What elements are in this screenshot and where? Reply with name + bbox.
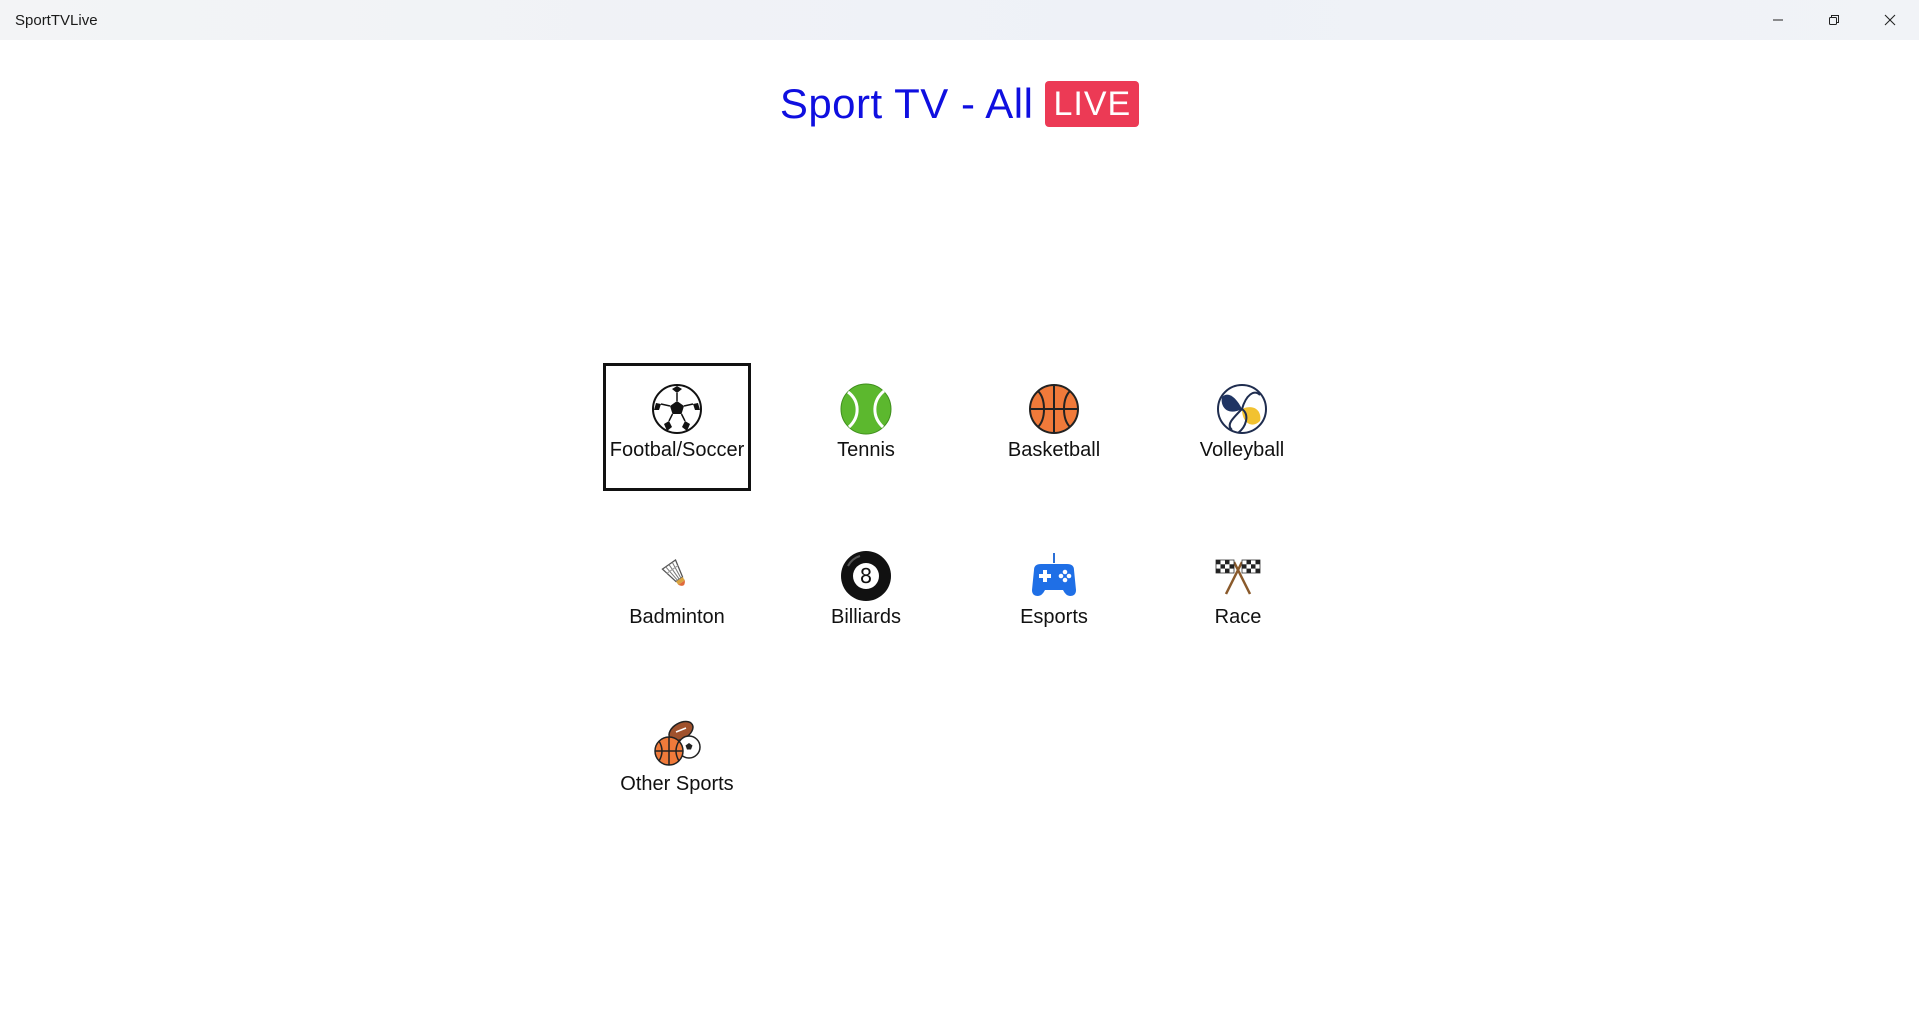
sport-label: Footbal/Soccer [609, 439, 745, 461]
sport-label: Race [1214, 606, 1262, 628]
page-heading: Sport TV - All LIVE [0, 80, 1919, 128]
sport-tile-esports[interactable]: Esports [980, 530, 1128, 658]
page-title: Sport TV - All [779, 80, 1034, 127]
live-badge: LIVE [1045, 81, 1140, 127]
sport-tile-basketball[interactable]: Basketball [980, 363, 1128, 491]
tennis-ball-icon [840, 383, 892, 435]
volleyball-icon [1216, 383, 1268, 435]
sport-label: Basketball [1007, 439, 1101, 461]
sport-tile-other-sports[interactable]: Other Sports [603, 697, 751, 825]
sport-label: Badminton [629, 606, 725, 628]
gamepad-icon [1028, 550, 1080, 602]
sport-label: Esports [1020, 606, 1088, 628]
eight-ball-icon: 8 [840, 550, 892, 602]
checkered-flags-icon [1212, 550, 1264, 602]
restore-button[interactable] [1806, 0, 1862, 40]
sport-label: Other Sports [620, 773, 734, 795]
close-icon [1884, 14, 1896, 26]
svg-text:8: 8 [860, 564, 873, 588]
restore-icon [1828, 14, 1840, 26]
sport-tile-soccer[interactable]: Footbal/Soccer [603, 363, 751, 491]
shuttlecock-icon [651, 550, 703, 602]
close-button[interactable] [1862, 0, 1918, 40]
sport-tile-badminton[interactable]: Badminton [603, 530, 751, 658]
soccer-ball-icon [651, 383, 703, 435]
minimize-icon [1772, 14, 1784, 26]
window-titlebar: SportTVLive [0, 0, 1919, 40]
sport-label: Billiards [830, 606, 902, 628]
app-title: SportTVLive [15, 12, 98, 29]
sport-label: Tennis [837, 439, 895, 461]
sports-balls-icon [651, 717, 703, 769]
sport-label: Volleyball [1199, 439, 1285, 461]
minimize-button[interactable] [1750, 0, 1806, 40]
sport-tile-tennis[interactable]: Tennis [792, 363, 940, 491]
sport-tile-volleyball[interactable]: Volleyball [1168, 363, 1316, 491]
basketball-icon [1028, 383, 1080, 435]
sport-tile-race[interactable]: Race [1164, 530, 1312, 658]
sport-tile-billiards[interactable]: 8 Billiards [792, 530, 940, 658]
